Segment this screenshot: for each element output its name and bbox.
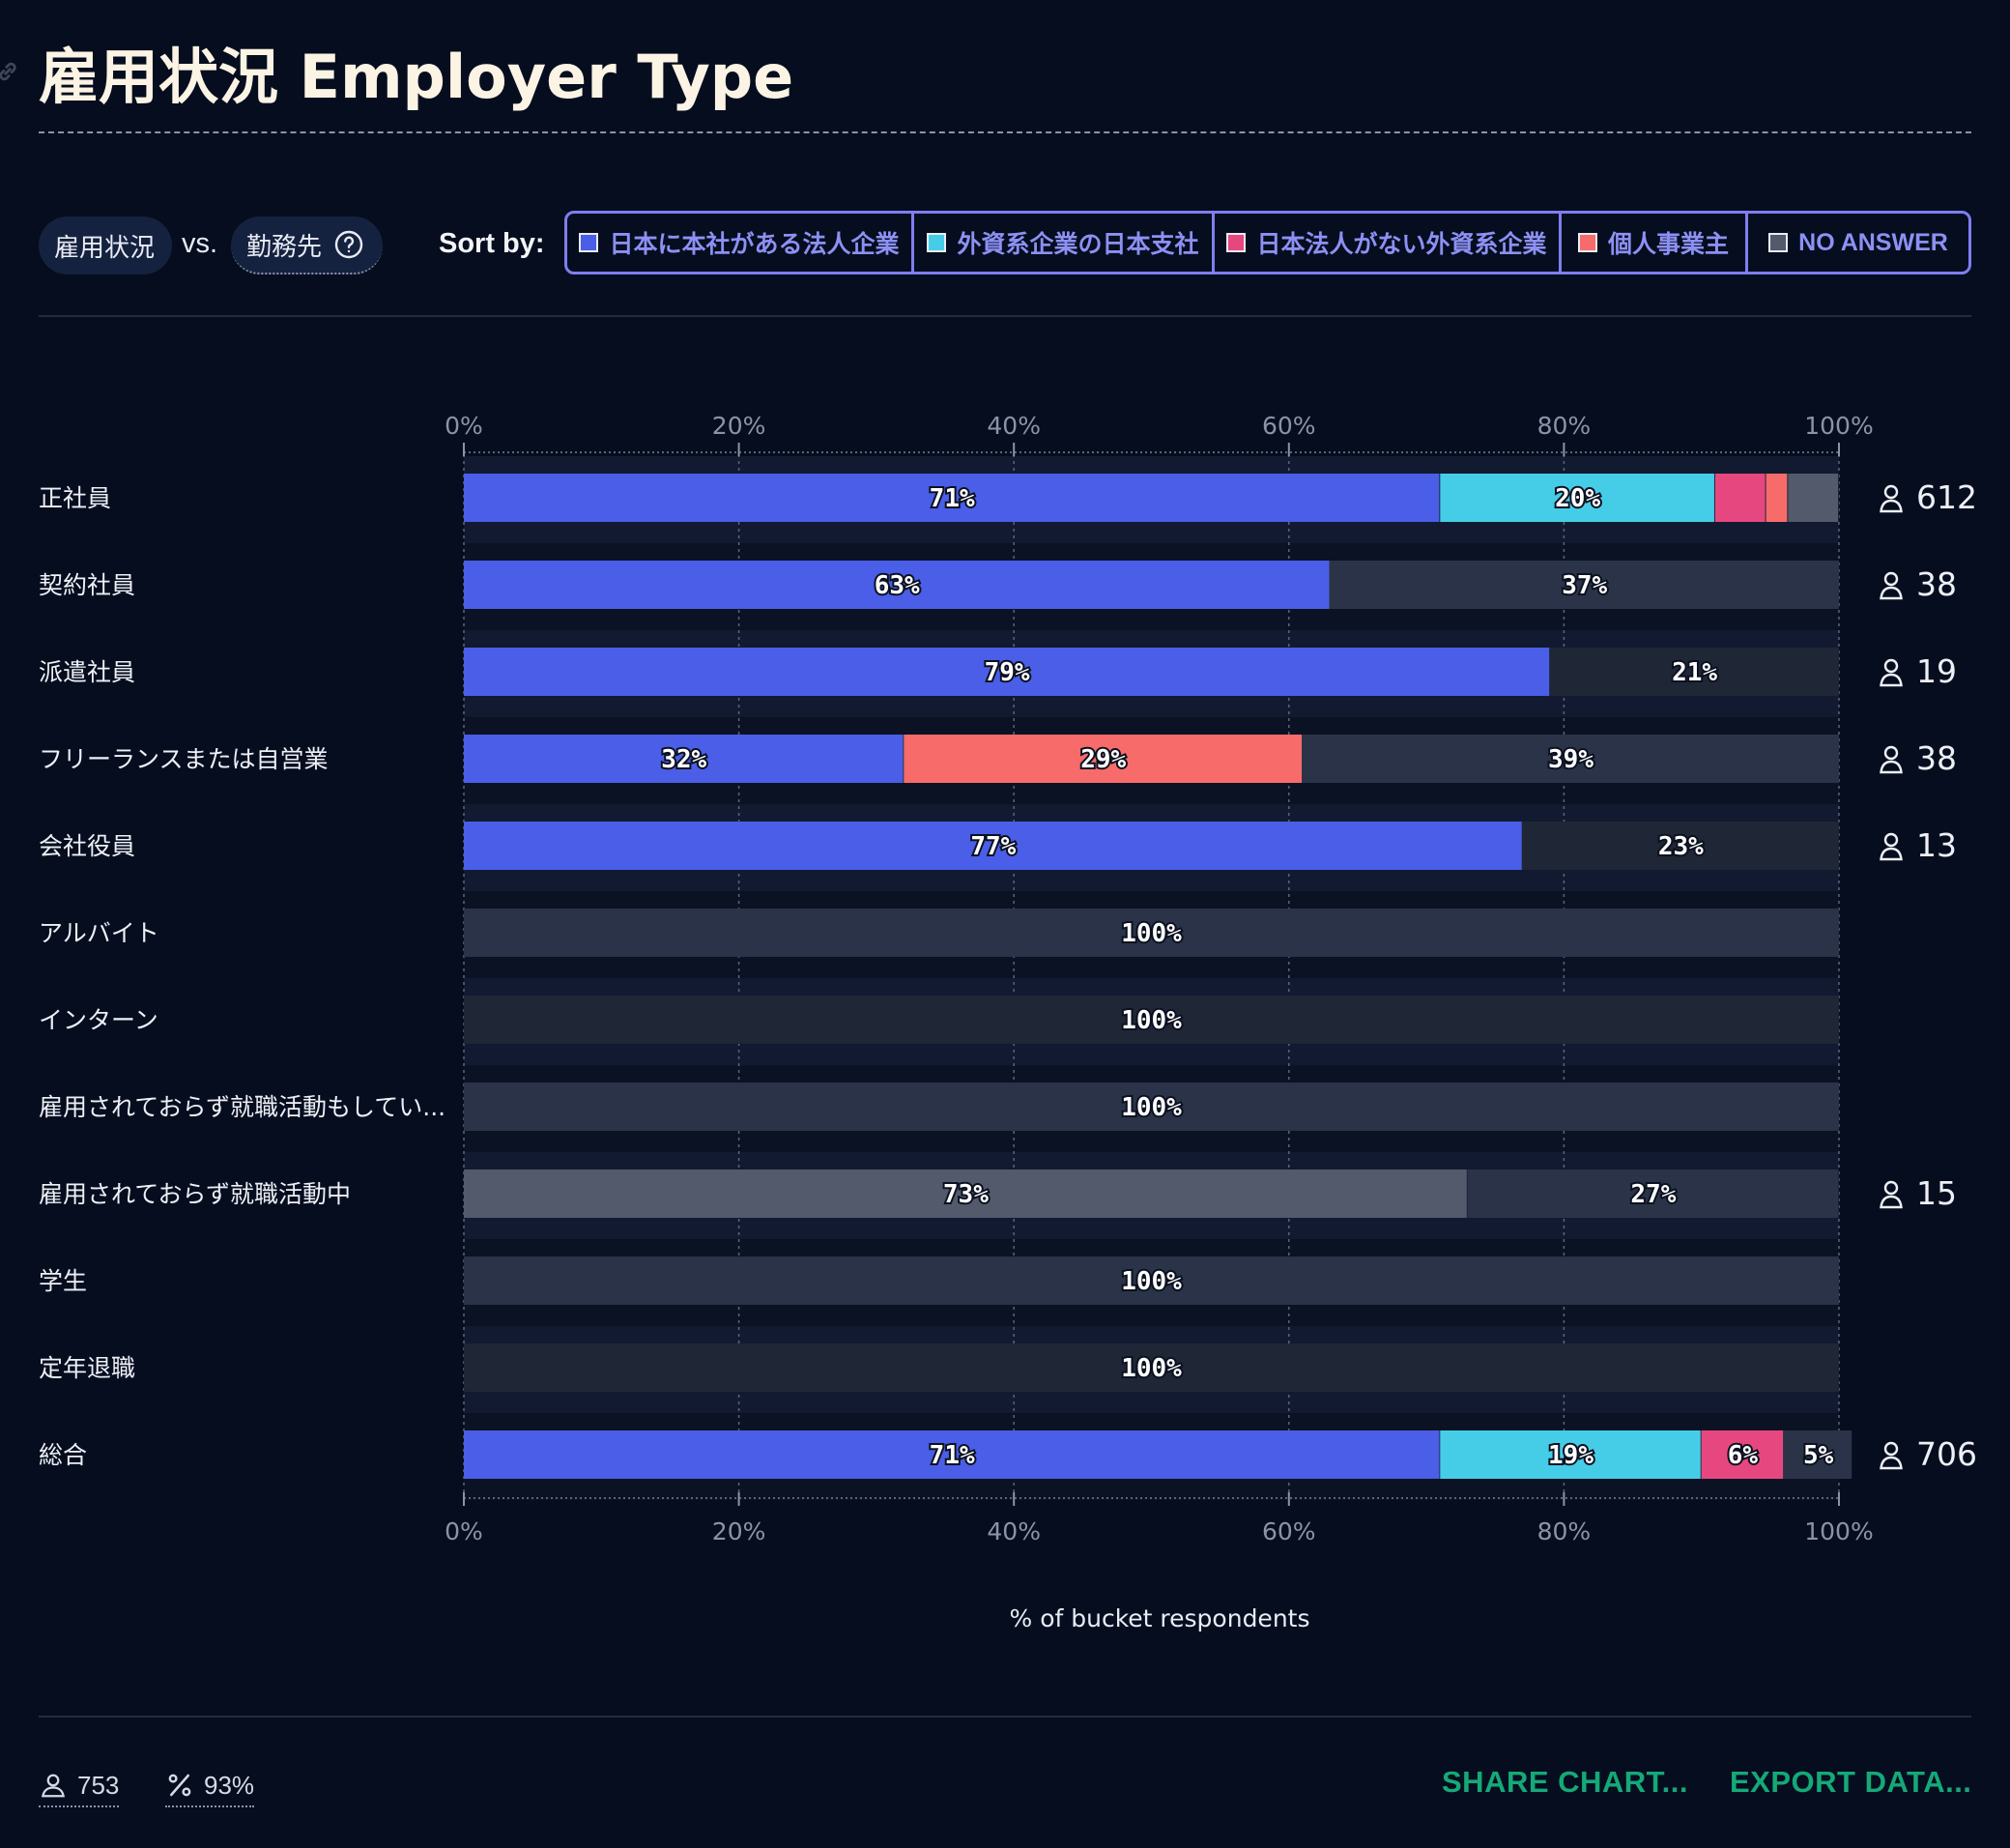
segment-value-label: 6% [1728,1441,1759,1470]
person-icon-body [1880,586,1903,600]
person-icon-head [1883,571,1899,587]
x-axis-title: % of bucket respondents [1010,1604,1310,1632]
respondent-count-label: 19 [1916,652,1957,690]
segment-value-label: 23% [1658,832,1704,861]
completion-rate-value: 93% [204,1770,255,1800]
person-icon-body [1880,673,1903,687]
row-label: 派遣社員 [39,658,135,686]
x-tick-label-bottom: 100% [1804,1517,1873,1545]
segment-value-label: 27% [1630,1180,1676,1209]
segment-value-label: 79% [985,658,1030,687]
segment-value-label: 19% [1548,1441,1594,1470]
person-icon-body [1880,1456,1903,1470]
bar-segment [1788,474,1838,522]
person-icon-head [1883,745,1899,761]
segment-value-label: 20% [1555,484,1600,513]
person-icon-head [1883,484,1899,500]
segment-value-label: 39% [1548,745,1594,774]
row-label: アルバイト [39,919,159,947]
person-icon-body [1880,760,1903,774]
segment-value-label: 37% [1562,571,1607,600]
segment-value-label: 21% [1672,658,1717,687]
row-label: 会社役員 [39,832,135,860]
x-tick-label-top: 20% [712,412,766,440]
respondent-count-label: 15 [1916,1174,1957,1212]
percent-icon [168,1774,191,1797]
person-icon-head [1883,658,1899,674]
share-chart-button[interactable]: SHARE CHART... [1442,1765,1688,1800]
person-icon [1880,1441,1903,1470]
segment-value-label: 100% [1121,1354,1182,1383]
segment-value-label: 73% [943,1180,989,1209]
person-icon-head [1883,1441,1899,1457]
footer-divider [39,1716,1971,1718]
x-tick-label-top: 100% [1804,412,1873,440]
segment-value-label: 32% [661,745,706,774]
x-tick-label-top: 0% [445,412,483,440]
segment-value-label: 100% [1121,1267,1182,1296]
row-label: 雇用されておらず就職活動もしてい... [39,1093,445,1121]
segment-value-label: 5% [1803,1441,1834,1470]
respondent-count-label: 38 [1916,739,1957,777]
row-label: 学生 [39,1267,87,1295]
bar-segment [1766,474,1788,522]
respondent-count-label: 706 [1916,1435,1977,1473]
segment-value-label: 100% [1121,1006,1182,1035]
row-label: インターン [39,1006,158,1034]
segment-value-label: 77% [970,832,1016,861]
person-icon-body [1880,847,1903,861]
respondent-count-label: 38 [1916,565,1957,603]
bar-segment [1714,474,1766,522]
respondent-count-value: 753 [77,1770,120,1800]
respondent-count-label: 13 [1916,826,1957,864]
segment-value-label: 100% [1121,1093,1182,1122]
person-icon-body [1880,1195,1903,1209]
person-icon [1880,745,1903,774]
person-icon [1880,658,1903,687]
x-tick-label-bottom: 60% [1262,1517,1316,1545]
x-tick-label-bottom: 80% [1537,1517,1592,1545]
person-icon-head [1883,832,1899,848]
segment-value-label: 63% [875,571,920,600]
person-icon [1880,1180,1903,1209]
person-icon [1880,571,1903,600]
segment-value-label: 100% [1121,919,1182,948]
x-tick-label-top: 60% [1262,412,1316,440]
row-label: 正社員 [39,484,111,512]
x-tick-label-bottom: 20% [712,1517,766,1545]
export-data-button[interactable]: EXPORT DATA... [1730,1765,1971,1800]
row-label: 契約社員 [39,571,135,599]
person-icon [1880,832,1903,861]
x-tick-label-top: 80% [1537,412,1592,440]
stacked-bar-chart: 0% 0% 20% 20% 40% 40% 60% 60% 80% 80% 100% 100% 正社員 7… [39,412,1977,1632]
respondent-count[interactable]: 753 [39,1765,120,1807]
respondent-count-label: 612 [1916,478,1977,516]
row-label: 雇用されておらず就職活動中 [39,1180,351,1208]
person-icon [42,1774,65,1798]
segment-value-label: 71% [930,1441,975,1470]
person-icon-body [1880,499,1903,513]
person-icon [1880,484,1903,513]
segment-value-label: 71% [930,484,975,513]
completion-rate[interactable]: 93% [165,1765,255,1807]
row-label: 定年退職 [39,1354,135,1382]
x-tick-label-bottom: 40% [987,1517,1041,1545]
row-label: フリーランスまたは自営業 [39,745,329,773]
person-icon-head [1883,1180,1899,1196]
segment-value-label: 29% [1080,745,1126,774]
x-tick-label-top: 40% [987,412,1041,440]
x-tick-label-bottom: 0% [445,1517,483,1545]
row-label: 総合 [39,1441,87,1469]
